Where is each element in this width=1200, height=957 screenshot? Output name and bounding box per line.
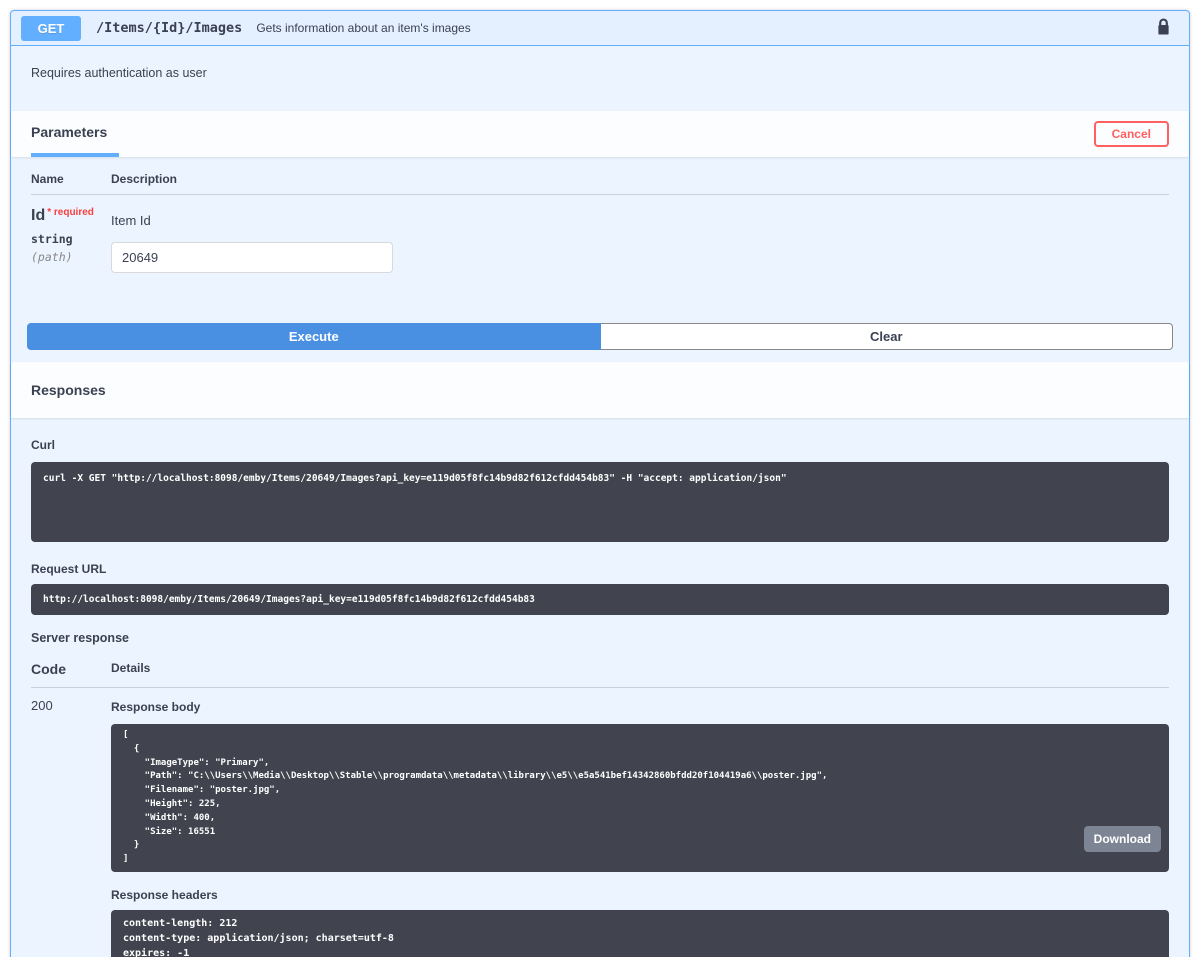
parameter-type: string — [31, 232, 111, 246]
parameter-name: Id* required — [31, 207, 111, 225]
response-headers-label: Response headers — [111, 888, 1169, 902]
server-response-row: 200 Response body [ { "ImageType": "Prim… — [31, 688, 1169, 957]
server-response-label: Server response — [31, 631, 1169, 645]
curl-command-text: curl -X GET "http://localhost:8098/emby/… — [43, 472, 1157, 485]
response-body-label: Response body — [111, 700, 1169, 714]
clear-button[interactable]: Clear — [601, 323, 1174, 350]
status-code: 200 — [31, 698, 111, 957]
auth-lock-button[interactable] — [1156, 17, 1171, 39]
parameter-row-id: Id* required string (path) Item Id — [31, 195, 1169, 273]
response-headers-text: content-length: 212 content-type: applic… — [123, 916, 1157, 957]
lock-icon — [1156, 17, 1171, 39]
auth-note: Requires authentication as user — [11, 46, 1189, 111]
cancel-button[interactable]: Cancel — [1094, 121, 1169, 147]
parameters-section-header: Parameters Cancel — [11, 111, 1189, 157]
parameter-id-input[interactable] — [111, 242, 393, 273]
server-response-table-header: Code Details — [31, 661, 1169, 688]
download-button[interactable]: Download — [1084, 826, 1161, 852]
responses-content: Curl curl -X GET "http://localhost:8098/… — [11, 418, 1189, 957]
parameter-location: (path) — [31, 250, 111, 264]
details-column-header: Details — [111, 661, 1169, 677]
parameters-table: Name Description Id* required string (pa… — [11, 157, 1189, 323]
request-url-block: http://localhost:8098/emby/Items/20649/I… — [31, 584, 1169, 615]
execute-button[interactable]: Execute — [27, 323, 601, 350]
responses-title: Responses — [31, 382, 106, 398]
code-column-header: Code — [31, 661, 111, 677]
response-headers-block: content-length: 212 content-type: applic… — [111, 910, 1169, 957]
operation-summary[interactable]: GET /Items/{Id}/Images Gets information … — [11, 11, 1189, 46]
request-url-label: Request URL — [31, 562, 1169, 576]
request-url-text: http://localhost:8098/emby/Items/20649/I… — [43, 593, 1157, 606]
operation-block-get-item-images: GET /Items/{Id}/Images Gets information … — [10, 10, 1190, 957]
required-flag: * required — [47, 207, 94, 218]
endpoint-description: Gets information about an item's images — [256, 21, 470, 35]
tab-parameters[interactable]: Parameters — [31, 111, 119, 157]
description-column-header: Description — [111, 172, 1169, 186]
name-column-header: Name — [31, 172, 111, 186]
response-body-block: [ { "ImageType": "Primary", "Path": "C:\… — [111, 724, 1169, 872]
endpoint-path: /Items/{Id}/Images — [96, 20, 242, 36]
http-method-badge[interactable]: GET — [21, 16, 81, 41]
curl-label: Curl — [31, 438, 1169, 452]
parameter-description: Item Id — [111, 213, 1169, 228]
execute-button-row: Execute Clear — [11, 323, 1189, 362]
response-body-json: [ { "ImageType": "Primary", "Path": "C:\… — [123, 729, 1157, 867]
responses-section-header: Responses — [11, 362, 1189, 418]
parameters-table-header: Name Description — [31, 172, 1169, 195]
curl-command-block[interactable]: curl -X GET "http://localhost:8098/emby/… — [31, 462, 1169, 542]
